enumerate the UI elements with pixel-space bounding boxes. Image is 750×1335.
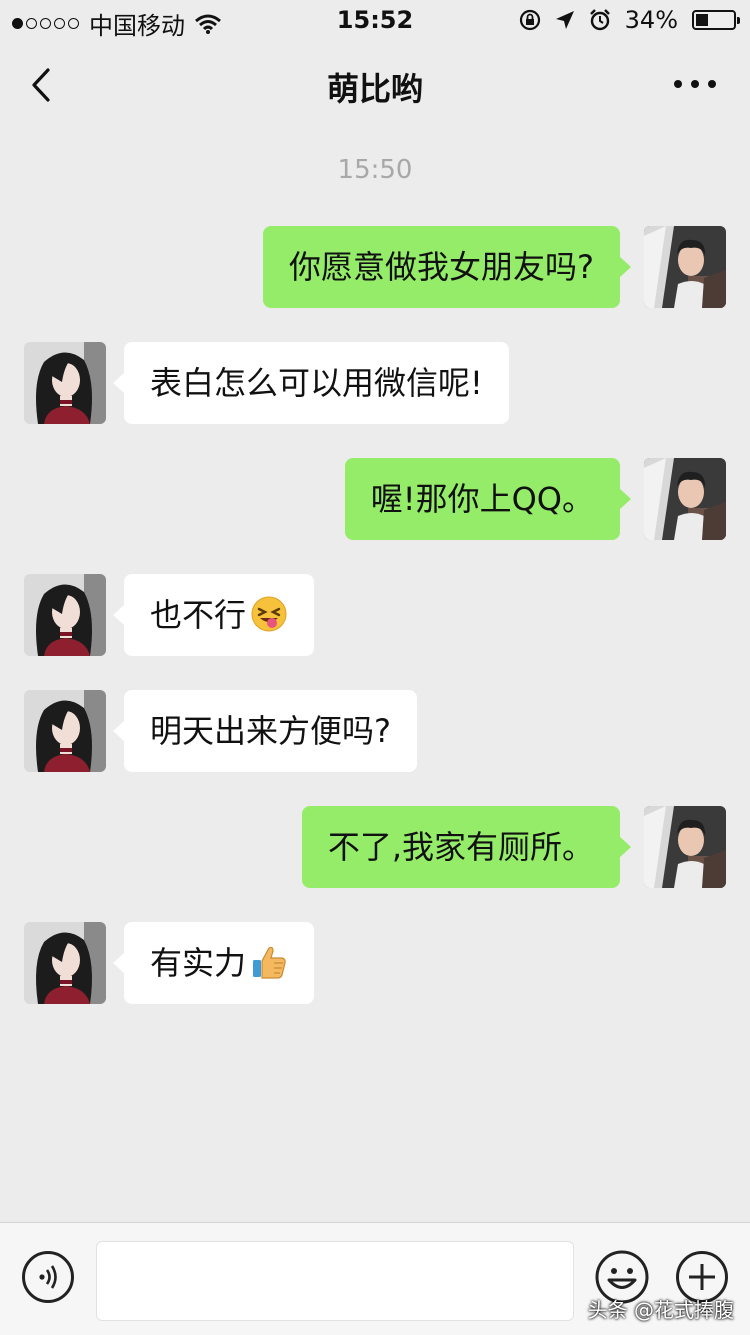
battery-icon (692, 10, 740, 30)
message-text: 喔!那你上QQ。 (370, 480, 594, 518)
avatar[interactable] (24, 342, 106, 424)
avatar[interactable] (24, 574, 106, 656)
message-text: 有实力 (150, 944, 247, 982)
alarm-icon (589, 9, 610, 31)
message-bubble-received[interactable]: 明天出来方便吗? (113, 690, 417, 772)
avatar[interactable] (644, 458, 726, 540)
voice-icon (39, 1265, 57, 1289)
more-dots-icon (674, 80, 716, 88)
message-bubble-received[interactable]: 也不行 (112, 574, 315, 656)
more-button[interactable] (670, 72, 720, 96)
avatar[interactable] (644, 226, 726, 308)
watermark: 头条 @花式捧腹 (587, 1298, 734, 1322)
message-bubble-sent[interactable]: 不了,我家有厕所。 (301, 806, 632, 888)
voice-button[interactable] (22, 1251, 74, 1303)
message-text: 明天出来方便吗? (150, 712, 391, 750)
avatar[interactable] (24, 690, 106, 772)
rotation-lock-icon (519, 9, 540, 31)
message-text: 表白怎么可以用微信呢! (150, 364, 483, 402)
message-text: 不了,我家有厕所。 (327, 828, 594, 866)
message-text: 你愿意做我女朋友吗? (289, 248, 594, 286)
message-bubble-sent[interactable]: 你愿意做我女朋友吗? (263, 226, 631, 308)
message-bubble-received[interactable]: 有实力 (112, 922, 315, 1004)
tongue-out-emoji-icon (251, 596, 287, 632)
message-input[interactable] (96, 1241, 574, 1321)
chat-title: 萌比哟 (326, 70, 423, 108)
location-icon (555, 11, 574, 29)
status-right: 34% (519, 6, 740, 34)
battery-percent: 34% (624, 6, 678, 34)
nav-bar: 萌比哟 (0, 40, 750, 130)
message-text: 也不行 (150, 596, 247, 634)
chat-timestamp: 15:50 (337, 155, 413, 185)
avatar[interactable] (644, 806, 726, 888)
avatar[interactable] (24, 922, 106, 1004)
status-bar: 中国移动 15:52 34% (0, 0, 750, 40)
thumbs-up-emoji-icon (253, 946, 286, 979)
message-bubble-sent[interactable]: 喔!那你上QQ。 (344, 458, 632, 540)
message-bubble-received[interactable]: 表白怎么可以用微信呢! (113, 342, 509, 424)
